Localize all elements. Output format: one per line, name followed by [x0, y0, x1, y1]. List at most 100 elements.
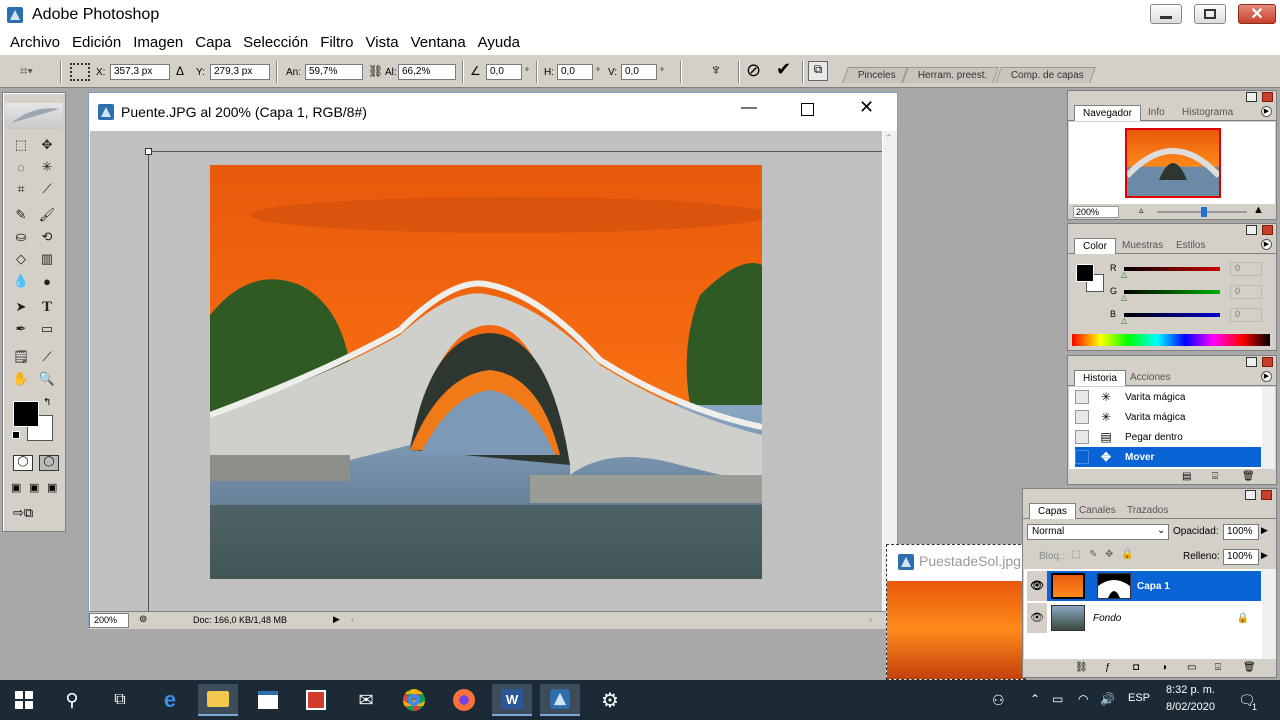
tab-muestras[interactable]: Muestras: [1114, 238, 1171, 254]
warp-icon[interactable]: ♆: [710, 62, 722, 80]
g-slider[interactable]: [1124, 290, 1220, 294]
navigator-menu-icon[interactable]: ▶: [1261, 106, 1272, 117]
minimize-button[interactable]: [1150, 4, 1182, 24]
lock-pixels-icon[interactable]: ✎: [1089, 549, 1097, 560]
layers-minimize-icon[interactable]: [1245, 490, 1256, 500]
path-selection-icon[interactable]: ➤: [11, 297, 31, 317]
task-view-button[interactable]: ⧉: [100, 684, 140, 716]
new-snapshot-icon[interactable]: ⌹: [1212, 471, 1218, 482]
tab-navegador[interactable]: Navegador: [1074, 105, 1141, 121]
b-slider[interactable]: [1124, 313, 1220, 317]
layers-close-icon[interactable]: [1261, 490, 1272, 500]
tab-historia[interactable]: Historia: [1074, 370, 1126, 386]
r-slider[interactable]: [1124, 267, 1220, 271]
healing-brush-icon[interactable]: ✎: [11, 205, 31, 225]
hand-tool-icon[interactable]: ✋: [11, 369, 31, 389]
doc-maximize-icon[interactable]: [801, 103, 814, 116]
photoshop-taskbar-button[interactable]: [540, 684, 580, 716]
search-button[interactable]: ⚲: [52, 684, 92, 716]
default-colors-icon[interactable]: [12, 431, 20, 439]
blend-mode-chevron-down-icon[interactable]: ⌄: [1157, 525, 1165, 536]
tab-acciones[interactable]: Acciones: [1122, 370, 1179, 386]
volume-icon[interactable]: 🔊: [1100, 692, 1115, 706]
status-arrow-icon[interactable]: ▶: [333, 614, 340, 625]
tab-canales[interactable]: Canales: [1071, 503, 1124, 519]
settings-button[interactable]: ⚙: [590, 684, 630, 716]
tab-trazados[interactable]: Trazados: [1119, 503, 1176, 519]
well-tab-comp-capas[interactable]: Comp. de capas: [995, 67, 1096, 83]
delete-state-icon[interactable]: 🗑: [1242, 471, 1255, 482]
firefox-button[interactable]: [444, 684, 484, 716]
tab-color[interactable]: Color: [1074, 238, 1116, 254]
foreground-color-swatch[interactable]: [13, 401, 39, 427]
angle-field[interactable]: 0,0: [486, 64, 522, 80]
scroll-right-icon[interactable]: ›: [869, 614, 872, 624]
g-slider-thumb[interactable]: △: [1121, 293, 1127, 302]
eye-icon[interactable]: 👁: [1027, 571, 1047, 601]
menu-ventana[interactable]: Ventana: [405, 34, 472, 51]
crop-tool-icon[interactable]: ⌗: [11, 179, 31, 199]
history-snapshot-checkbox[interactable]: [1075, 410, 1089, 424]
color-minimize-icon[interactable]: [1246, 225, 1257, 235]
layer-row-selected[interactable]: 👁 Capa 1: [1027, 571, 1261, 601]
clone-stamp-icon[interactable]: ⛀: [11, 227, 31, 247]
blur-tool-icon[interactable]: 💧: [11, 271, 31, 291]
color-fg-swatch[interactable]: [1076, 264, 1094, 282]
vskew-field[interactable]: 0,0: [621, 64, 657, 80]
layer-row[interactable]: 👁 Fondo 🔒: [1027, 603, 1261, 633]
start-button[interactable]: [4, 684, 44, 716]
menu-ayuda[interactable]: Ayuda: [472, 34, 526, 51]
lock-all-icon[interactable]: 🔒: [1121, 549, 1133, 560]
chevron-up-icon[interactable]: ⌃: [1030, 692, 1040, 706]
menu-capa[interactable]: Capa: [189, 34, 237, 51]
pen-tool-icon[interactable]: ✒: [11, 319, 31, 339]
history-item[interactable]: ✳ Varita mágica: [1075, 407, 1275, 427]
r-value[interactable]: 0: [1230, 262, 1262, 276]
history-snapshot-checkbox[interactable]: [1075, 430, 1089, 444]
g-value[interactable]: 0: [1230, 285, 1262, 299]
swap-colors-icon[interactable]: ↰: [43, 397, 51, 408]
zoom-field[interactable]: 200%: [89, 613, 129, 628]
menu-imagen[interactable]: Imagen: [127, 34, 189, 51]
clock-time[interactable]: 8:32 p. m.: [1166, 684, 1215, 696]
y-field[interactable]: 279,3 px: [210, 64, 270, 80]
history-scrollbar[interactable]: [1262, 387, 1275, 469]
navigator-zoom-field[interactable]: 200%: [1073, 206, 1119, 218]
wifi-icon[interactable]: ◠: [1078, 692, 1088, 706]
gift-app-button[interactable]: [296, 684, 336, 716]
navigator-minimize-icon[interactable]: [1246, 92, 1257, 102]
tab-info[interactable]: Info: [1140, 105, 1173, 121]
zoom-in-icon[interactable]: ▲: [1253, 204, 1264, 216]
lock-position-icon[interactable]: ✥: [1105, 549, 1113, 560]
tab-capas[interactable]: Capas: [1029, 503, 1076, 519]
delta-icon[interactable]: Δ: [176, 64, 184, 78]
r-slider-thumb[interactable]: △: [1121, 270, 1127, 279]
restore-button[interactable]: [1194, 4, 1226, 24]
menu-filtro[interactable]: Filtro: [314, 34, 359, 51]
language-indicator[interactable]: ESP: [1128, 692, 1150, 704]
blend-mode-select[interactable]: Normal: [1027, 524, 1169, 540]
menu-seleccion[interactable]: Selección: [237, 34, 314, 51]
tab-estilos[interactable]: Estilos: [1168, 238, 1213, 254]
slice-tool-icon[interactable]: ⟋: [37, 179, 57, 199]
zoom-tool-icon[interactable]: 🔍: [37, 369, 57, 389]
history-brush-icon[interactable]: ⟲: [37, 227, 57, 247]
vertical-scrollbar[interactable]: ⌃ ⌄: [883, 131, 897, 611]
eraser-tool-icon[interactable]: ◇: [11, 249, 31, 269]
x-field[interactable]: 357,3 px: [110, 64, 170, 80]
menu-archivo[interactable]: Archivo: [4, 34, 66, 51]
well-tab-pinceles[interactable]: Pinceles: [842, 67, 908, 83]
file-explorer-button[interactable]: [198, 684, 238, 716]
history-minimize-icon[interactable]: [1246, 357, 1257, 367]
quick-mask-icon[interactable]: ◯: [39, 455, 59, 471]
color-menu-icon[interactable]: ▶: [1261, 239, 1272, 250]
doc-close-icon[interactable]: ✕: [859, 97, 874, 118]
history-item[interactable]: ✳ Varita mágica: [1075, 387, 1275, 407]
delete-layer-icon[interactable]: 🗑: [1243, 662, 1256, 673]
well-tab-herram[interactable]: Herram. preest.: [902, 67, 1000, 83]
history-menu-icon[interactable]: ▶: [1261, 371, 1272, 382]
commit-transform-icon[interactable]: ✔: [776, 59, 791, 80]
people-icon[interactable]: ⚇: [992, 692, 1005, 709]
navigator-zoom-thumb[interactable]: [1201, 207, 1207, 217]
clock-date[interactable]: 8/02/2020: [1166, 701, 1215, 713]
